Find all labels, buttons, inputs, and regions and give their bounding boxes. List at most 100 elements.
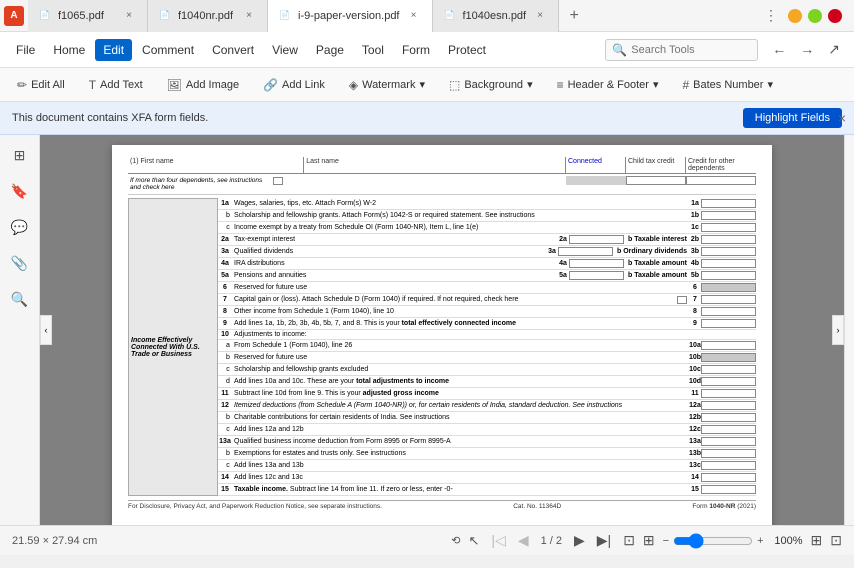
forward-btn[interactable]: →: [794, 38, 820, 61]
input-2b[interactable]: [701, 235, 756, 244]
row-label-8: Other income from Schedule 1 (Form 1040)…: [232, 308, 689, 315]
ref-13b: 13b: [689, 450, 701, 457]
fit-width-btn[interactable]: ⊞: [643, 532, 655, 549]
input-13a[interactable]: [701, 437, 756, 446]
more-dep-checkbox[interactable]: [273, 177, 283, 185]
search-tools-box[interactable]: 🔍: [605, 39, 758, 61]
zoom-out-btn[interactable]: −: [663, 535, 669, 547]
input-14[interactable]: [701, 473, 756, 482]
edit-all-btn[interactable]: ✏ Edit All: [8, 74, 74, 96]
header-footer-btn[interactable]: ≡ Header & Footer ▾: [548, 74, 668, 96]
menu-comment[interactable]: Comment: [134, 39, 202, 61]
external-btn[interactable]: ↗: [822, 38, 846, 61]
input-15[interactable]: [701, 485, 756, 494]
menu-page[interactable]: Page: [308, 39, 352, 61]
first-page-btn[interactable]: |◁: [487, 530, 509, 551]
input-4b[interactable]: [701, 259, 756, 268]
menu-convert[interactable]: Convert: [204, 39, 262, 61]
tab-close-btn[interactable]: ×: [121, 8, 137, 24]
collapse-left-btn[interactable]: ‹: [40, 315, 52, 345]
input-5b[interactable]: [701, 271, 756, 280]
bates-number-btn[interactable]: # Bates Number ▾: [673, 74, 782, 96]
ref-11: 11: [689, 390, 701, 397]
zoom-slider[interactable]: [673, 533, 753, 549]
watermark-icon: ◈: [349, 78, 358, 92]
input-3b[interactable]: [701, 247, 756, 256]
close-btn[interactable]: [828, 9, 842, 23]
tab-f1040esn[interactable]: 📄 f1040esn.pdf ×: [433, 0, 560, 32]
rotate-btn[interactable]: ⟲: [451, 534, 460, 547]
tab-close-btn[interactable]: ×: [532, 8, 548, 24]
fullscreen-btn[interactable]: ⊡: [830, 532, 842, 549]
prev-page-btn[interactable]: ◀: [514, 530, 533, 551]
footer-middle: Cat. No. 11364D: [513, 503, 561, 510]
input-3a[interactable]: [558, 247, 613, 256]
cursor-btn[interactable]: ↖: [469, 533, 480, 549]
zoom-in-btn[interactable]: +: [757, 535, 763, 547]
row-num-9: 9: [218, 320, 232, 327]
input-1c[interactable]: [701, 223, 756, 232]
input-13c[interactable]: [701, 461, 756, 470]
input-10c[interactable]: [701, 365, 756, 374]
maximize-btn[interactable]: [808, 9, 822, 23]
tab-close-btn[interactable]: ×: [241, 8, 257, 24]
collapse-right-btn[interactable]: ›: [832, 315, 844, 345]
view-mode-btn[interactable]: ⊞: [811, 532, 823, 549]
sidebar-pages-icon[interactable]: ⊞: [8, 143, 32, 167]
last-page-btn[interactable]: ▶|: [593, 530, 615, 551]
sidebar-right: [844, 135, 854, 525]
input-4a[interactable]: [569, 259, 624, 268]
label-4b: b Taxable amount: [628, 260, 687, 267]
ref-5a: 5a: [557, 272, 569, 279]
back-btn[interactable]: ←: [766, 38, 792, 61]
menu-home[interactable]: Home: [45, 39, 93, 61]
add-image-btn[interactable]: 🖼 Add Image: [158, 74, 248, 96]
input-8[interactable]: [701, 307, 756, 316]
sidebar-search-icon[interactable]: 🔍: [8, 287, 32, 311]
pdf-icon: 📄: [158, 9, 172, 23]
tab-close-btn[interactable]: ×: [406, 8, 422, 24]
input-11[interactable]: [701, 389, 756, 398]
add-link-btn[interactable]: 🔗 Add Link: [254, 74, 334, 96]
input-7[interactable]: [701, 295, 756, 304]
add-tab-btn[interactable]: +: [559, 0, 589, 32]
input-12c[interactable]: [701, 425, 756, 434]
menu-edit[interactable]: Edit: [95, 39, 132, 61]
input-9[interactable]: [701, 319, 756, 328]
input-10a[interactable]: [701, 341, 756, 350]
tab-i9-paper[interactable]: 📄 i-9-paper-version.pdf ×: [268, 0, 433, 32]
input-12a[interactable]: [701, 401, 756, 410]
input-1a[interactable]: [701, 199, 756, 208]
menu-tool[interactable]: Tool: [354, 39, 392, 61]
overflow-btn[interactable]: ⋮: [760, 5, 782, 26]
input-10d[interactable]: [701, 377, 756, 386]
row-num-10a: a: [218, 342, 232, 349]
menu-protect[interactable]: Protect: [440, 39, 494, 61]
menu-form[interactable]: Form: [394, 39, 438, 61]
add-text-btn[interactable]: T Add Text: [80, 74, 152, 96]
input-13b[interactable]: [701, 449, 756, 458]
fit-page-btn[interactable]: ⊡: [623, 532, 635, 549]
notification-close-btn[interactable]: ×: [838, 110, 846, 126]
highlight-fields-btn[interactable]: Highlight Fields: [743, 108, 842, 128]
add-text-label: Add Text: [100, 79, 143, 91]
input-12b[interactable]: [701, 413, 756, 422]
menu-view[interactable]: View: [264, 39, 306, 61]
input-2a[interactable]: [569, 235, 624, 244]
watermark-btn[interactable]: ◈ Watermark ▾: [340, 74, 434, 96]
sidebar-bookmarks-icon[interactable]: 🔖: [8, 179, 32, 203]
menu-file[interactable]: File: [8, 39, 43, 61]
tab-f1040nr[interactable]: 📄 f1040nr.pdf ×: [148, 0, 268, 32]
tab-f1065[interactable]: 📄 f1065.pdf ×: [28, 0, 148, 32]
input-1b[interactable]: [701, 211, 756, 220]
next-page-btn[interactable]: ▶: [570, 530, 589, 551]
search-tools-input[interactable]: [631, 44, 751, 56]
sidebar-comments-icon[interactable]: 💬: [8, 215, 32, 239]
background-btn[interactable]: ⬚ Background ▾: [440, 74, 542, 96]
sidebar-attachments-icon[interactable]: 📎: [8, 251, 32, 275]
checkbox-7[interactable]: [677, 296, 687, 304]
input-5a[interactable]: [569, 271, 624, 280]
bates-label: Bates Number: [693, 79, 763, 91]
minimize-btn[interactable]: [788, 9, 802, 23]
pdf-content[interactable]: (1) First name Last name Connected Child…: [40, 135, 844, 525]
